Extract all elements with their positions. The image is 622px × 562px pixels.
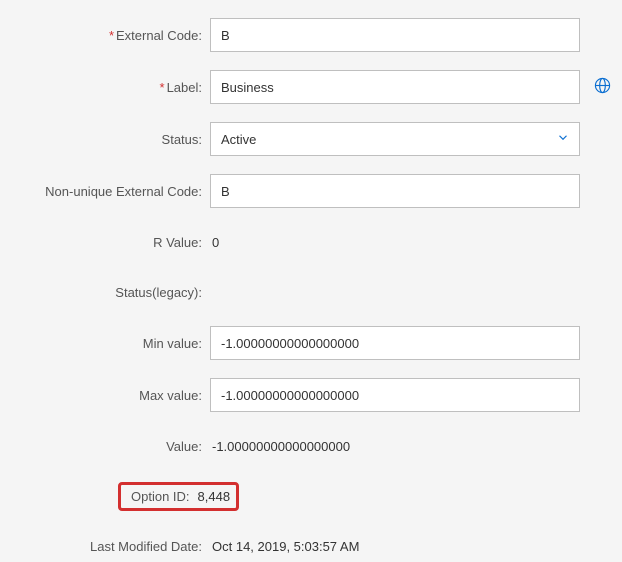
label-label: * Label: [10, 80, 210, 95]
status-select[interactable] [210, 122, 580, 156]
row-label: * Label: [10, 70, 612, 104]
min-value-input[interactable] [210, 326, 580, 360]
label-text: Min value: [143, 336, 202, 351]
row-max-value: Max value: [10, 378, 612, 412]
label-status-legacy: Status(legacy): [10, 285, 210, 300]
value-cell [210, 70, 611, 104]
r-value-value: 0 [210, 235, 219, 250]
label-text: Value: [166, 439, 202, 454]
value-value: -1.00000000000000000 [210, 439, 350, 454]
row-status: Status: [10, 122, 612, 156]
label-input[interactable] [210, 70, 580, 104]
value-cell: Oct 14, 2019, 5:03:57 AM [210, 539, 580, 554]
label-r-value: R Value: [10, 235, 210, 250]
value-cell [210, 122, 580, 156]
value-cell [210, 18, 580, 52]
label-text: Last Modified Date: [90, 539, 202, 554]
label-max-value: Max value: [10, 388, 210, 403]
value-cell [210, 174, 580, 208]
label-min-value: Min value: [10, 336, 210, 351]
label-value: Value: [10, 439, 210, 454]
required-marker: * [160, 80, 165, 95]
label-text: External Code: [116, 28, 202, 43]
label-external-code: * External Code: [10, 28, 210, 43]
label-text: Status: [162, 132, 202, 147]
row-min-value: Min value: [10, 326, 612, 360]
label-text: R Value: [153, 235, 202, 250]
label-non-unique-external-code: Non-unique External Code: [10, 184, 210, 199]
external-code-input[interactable] [210, 18, 580, 52]
label-text: Max value: [139, 388, 202, 403]
row-r-value: R Value: 0 [10, 226, 612, 258]
row-option-id: Option ID: 8,448 [10, 480, 612, 512]
label-status: Status: [10, 132, 210, 147]
option-id-highlight: Option ID: 8,448 [118, 482, 239, 511]
label-last-modified-date: Last Modified Date: [10, 539, 210, 554]
label-text: Status(legacy): [115, 285, 202, 300]
value-cell [210, 326, 580, 360]
value-cell: -1.00000000000000000 [210, 439, 580, 454]
row-value: Value: -1.00000000000000000 [10, 430, 612, 462]
last-modified-date-value: Oct 14, 2019, 5:03:57 AM [210, 539, 359, 554]
row-non-unique-external-code: Non-unique External Code: [10, 174, 612, 208]
label-text: Label: [167, 80, 202, 95]
status-select-wrap [210, 122, 580, 156]
row-status-legacy: Status(legacy): [10, 276, 612, 308]
option-id-value: 8,448 [198, 489, 231, 504]
row-external-code: * External Code: [10, 18, 612, 52]
max-value-input[interactable] [210, 378, 580, 412]
value-cell: 0 [210, 235, 580, 250]
globe-icon[interactable] [594, 77, 611, 97]
label-text: Non-unique External Code: [45, 184, 202, 199]
required-marker: * [109, 28, 114, 43]
non-unique-external-code-input[interactable] [210, 174, 580, 208]
value-cell [210, 378, 580, 412]
label-option-id: Option ID: [131, 489, 190, 504]
